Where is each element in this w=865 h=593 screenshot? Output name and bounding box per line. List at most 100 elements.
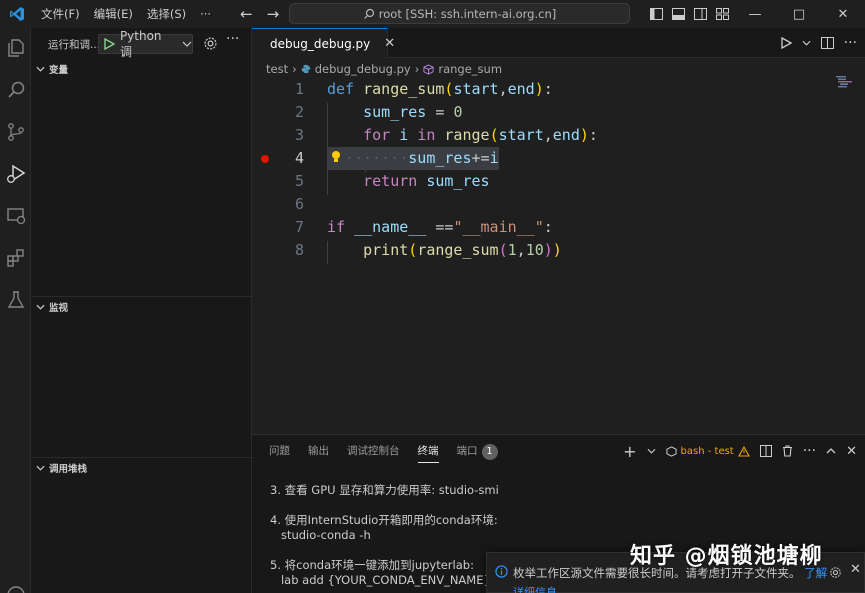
line-number: 1 [294, 80, 304, 98]
code-line-5: 5 return sum_res [252, 170, 865, 193]
line-number: 4 [294, 149, 304, 167]
menu-selection[interactable]: 选择(S) [140, 0, 193, 28]
run-python-file-icon[interactable] [780, 37, 792, 49]
watch-section-title: 监视 [49, 303, 69, 314]
breadcrumb-folder[interactable]: test [266, 62, 288, 76]
chevron-down-icon[interactable] [647, 447, 656, 455]
window-controls: — □ ✕ [645, 0, 865, 28]
run-and-debug-icon[interactable] [0, 154, 31, 194]
variables-section-header[interactable]: 变量 [31, 58, 252, 80]
toggle-panel-icon[interactable] [667, 0, 689, 28]
more-actions-icon[interactable]: ··· [226, 31, 239, 47]
vscode-logo-icon [0, 0, 34, 28]
info-icon [495, 565, 508, 578]
watermark: 知乎 @烟锁池塘柳 [630, 544, 823, 569]
menu-file[interactable]: 文件(F) [34, 0, 87, 28]
chevron-right-icon: › [292, 62, 297, 76]
menu-more[interactable]: ··· [193, 0, 218, 28]
tab-output[interactable]: 输出 [299, 435, 338, 467]
terminal-selector[interactable]: bash - test [665, 445, 750, 457]
accounts-icon[interactable] [0, 573, 31, 593]
chevron-down-icon [182, 41, 192, 47]
split-terminal-icon[interactable] [759, 445, 772, 457]
warning-icon [737, 445, 750, 457]
symbol-method-icon [423, 63, 434, 75]
split-editor-icon[interactable] [820, 37, 834, 49]
forward-arrow-icon[interactable]: → [267, 5, 280, 23]
play-icon [104, 38, 115, 50]
start-debugging-dropdown[interactable]: Python 调 [98, 29, 193, 59]
breadcrumb-file[interactable]: debug_debug.py [315, 62, 411, 76]
tab-ports-label: 端口 [456, 445, 478, 457]
code-line-4: 4 ·······sum_res+=i [252, 147, 865, 170]
more-actions-icon[interactable]: ··· [844, 35, 857, 51]
remote-explorer-icon[interactable] [0, 196, 31, 236]
minimize-icon[interactable]: — [733, 0, 777, 28]
watch-section-header[interactable]: 监视 [31, 296, 252, 318]
chevron-down-icon [36, 465, 45, 471]
more-actions-icon[interactable]: ··· [803, 443, 816, 459]
panel-tabs: 问题 输出 调试控制台 终端 端口 1 [252, 435, 507, 467]
chevron-down-icon [36, 66, 45, 72]
run-config-label: Python 调 [119, 28, 162, 59]
variables-section-title: 变量 [49, 65, 69, 76]
toggle-sidebar-icon[interactable] [645, 0, 667, 28]
tab-debug-console[interactable]: 调试控制台 [338, 435, 409, 467]
line-number: 5 [294, 172, 304, 190]
tab-label: debug_debug.py [270, 36, 371, 51]
search-view-icon[interactable] [0, 70, 31, 110]
details-link[interactable]: 详细信息 [513, 584, 557, 593]
code-line-8: 8 print(range_sum(1,10)) [252, 239, 865, 262]
panel-actions: + bash - test ··· ✕ [623, 435, 865, 467]
code-editor[interactable]: 1 def range_sum(start,end): 2 sum_res = … [252, 80, 865, 434]
line-content: for i in range(start,end): [363, 126, 598, 144]
line-content: print(range_sum(1,10)) [363, 241, 562, 259]
close-window-icon[interactable]: ✕ [821, 0, 865, 28]
toggle-secondary-sidebar-icon[interactable] [689, 0, 711, 28]
python-file-icon [301, 64, 310, 74]
tab-ports[interactable]: 端口 1 [448, 435, 507, 467]
customize-layout-icon[interactable] [711, 0, 733, 28]
tab-problems[interactable]: 问题 [260, 435, 299, 467]
command-center-label: root [SSH: ssh.intern-ai.org.cn] [378, 6, 557, 21]
gear-icon[interactable] [203, 36, 218, 51]
terminal-box-icon [665, 445, 677, 457]
ports-count-badge: 1 [481, 444, 498, 460]
call-stack-section-header[interactable]: 调用堆栈 [31, 457, 252, 479]
breakpoint-icon[interactable] [261, 155, 269, 163]
source-control-icon[interactable] [0, 112, 31, 152]
explorer-icon[interactable] [0, 28, 31, 68]
editor-actions: ··· [780, 28, 857, 58]
line-content: sum_res = 0 [363, 103, 463, 121]
new-terminal-icon[interactable]: + [623, 442, 636, 461]
testing-flask-icon[interactable] [0, 280, 31, 320]
back-arrow-icon[interactable]: ← [240, 5, 253, 23]
tab-debug-debug-py[interactable]: debug_debug.py ✕ [252, 28, 395, 58]
breadcrumb-symbol[interactable]: range_sum [438, 62, 502, 76]
chevron-down-icon[interactable] [802, 39, 811, 47]
line-number: 8 [294, 241, 304, 259]
close-tab-icon[interactable]: ✕ [384, 36, 395, 51]
command-center-search[interactable]: root [SSH: ssh.intern-ai.org.cn] [289, 3, 630, 24]
sidebar-header: 运行和调... Python 调 ··· [31, 28, 252, 60]
tab-terminal[interactable]: 终端 [409, 435, 448, 467]
code-line-6: 6 [252, 193, 865, 216]
extensions-icon[interactable] [0, 238, 31, 278]
run-and-debug-sidebar: 运行和调... Python 调 ··· 变量 监视 调用堆栈 [31, 28, 252, 593]
line-content: ·······sum_res+=i [327, 149, 499, 167]
menu-bar: 文件(F) 编辑(E) 选择(S) ··· [34, 0, 218, 28]
maximize-panel-icon[interactable] [826, 447, 836, 455]
close-notification-icon[interactable]: ✕ [850, 562, 861, 577]
minimap[interactable] [836, 76, 854, 88]
gear-icon[interactable] [829, 566, 842, 579]
trash-icon[interactable] [782, 445, 793, 457]
nav-buttons: ← → [240, 0, 279, 28]
menu-edit[interactable]: 编辑(E) [87, 0, 140, 28]
terminal-name: bash - test [680, 445, 734, 457]
close-panel-icon[interactable]: ✕ [846, 444, 857, 459]
code-line-3: 3 for i in range(start,end): [252, 124, 865, 147]
line-number: 3 [294, 126, 304, 144]
maximize-icon[interactable]: □ [777, 0, 821, 28]
chevron-down-icon [36, 304, 45, 310]
terminal-line: 3. 查看 GPU 显存和算力使用率: studio-smi [270, 483, 499, 497]
